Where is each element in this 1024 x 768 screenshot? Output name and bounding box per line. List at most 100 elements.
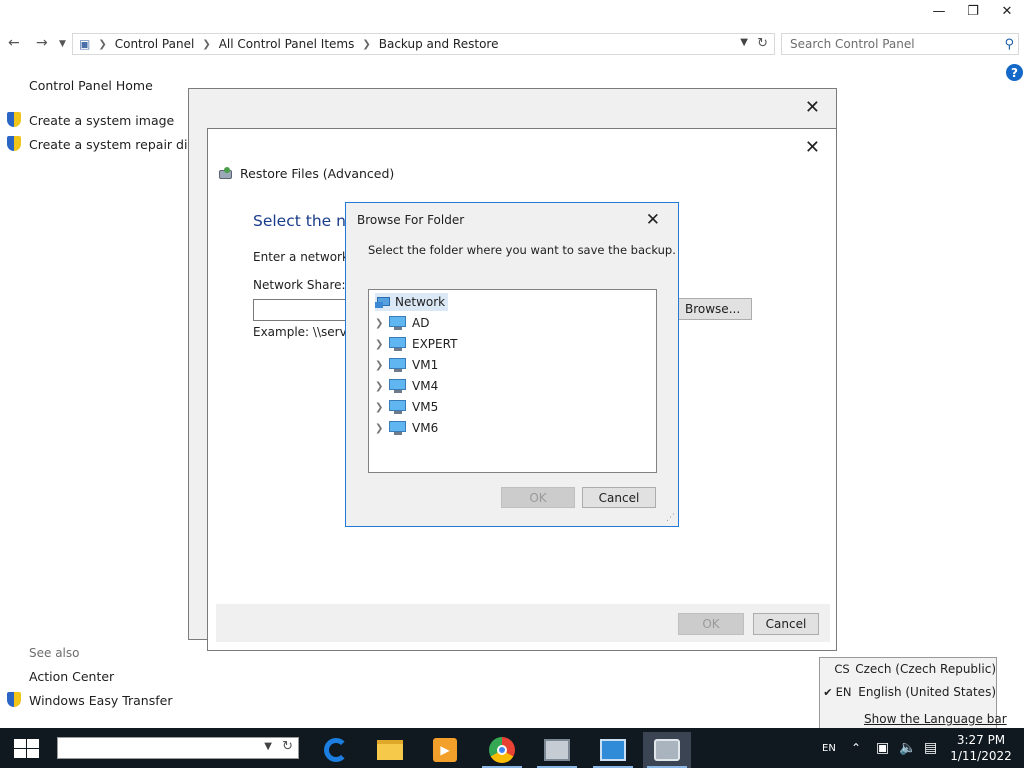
address-dropdown-icon[interactable]: ▼ xyxy=(740,37,748,48)
volume-icon[interactable]: 🔈 xyxy=(899,728,916,768)
address-row: ← → ▼ ▣ ❯ Control Panel ❯ All Control Pa… xyxy=(0,32,1024,56)
uac-shield-icon xyxy=(6,136,22,152)
edge-app[interactable] xyxy=(312,732,360,768)
action-center-icon[interactable]: ▤ xyxy=(924,728,937,768)
windows-easy-transfer-link[interactable]: Windows Easy Transfer xyxy=(6,692,172,708)
folder-tree[interactable]: Network ❯ AD ❯ EXPERT ❯ VM1 ❯ VM4 ❯ VM5 xyxy=(368,289,657,473)
language-name: English (United States) xyxy=(858,685,996,699)
tree-item-label: VM6 xyxy=(412,421,439,435)
browse-cancel-button[interactable]: Cancel xyxy=(582,487,656,508)
tree-item-network[interactable]: Network xyxy=(375,293,449,311)
chrome-app[interactable] xyxy=(478,732,526,768)
close-button[interactable]: ✕ xyxy=(990,0,1024,22)
taskbar: ▼ ↻ ▶ EN ⌃ ▣ 🔈 ▤ 3:27 PM 1/11/2022 xyxy=(0,728,1024,768)
link-label: Create a system image xyxy=(29,112,175,128)
breadcrumb-control-panel[interactable]: Control Panel xyxy=(115,37,195,51)
browse-instruction: Select the folder where you want to save… xyxy=(368,243,676,257)
tray-language-indicator[interactable]: EN xyxy=(822,728,836,768)
language-code: CS xyxy=(834,662,850,676)
tree-item-label: VM5 xyxy=(412,400,439,414)
dialog-title-text: Restore Files (Advanced) xyxy=(240,166,395,181)
browse-button[interactable]: Browse... xyxy=(678,298,752,320)
language-item-cs[interactable]: CS Czech (Czech Republic) xyxy=(820,659,996,679)
back-arrow-icon[interactable]: ← xyxy=(8,35,20,51)
tree-item-vm6[interactable]: ❯ VM6 xyxy=(375,419,438,437)
cancel-button[interactable]: Cancel xyxy=(753,613,819,635)
tree-item-expert[interactable]: ❯ EXPERT xyxy=(375,335,457,353)
control-panel-home-link[interactable]: Control Panel Home xyxy=(29,78,153,93)
forward-arrow-icon[interactable]: → xyxy=(36,35,48,51)
show-language-bar-link[interactable]: Show the Language bar xyxy=(864,712,1007,726)
chevron-right-icon[interactable]: ❯ xyxy=(375,318,387,329)
create-repair-disc-link[interactable]: Create a system repair disc xyxy=(6,136,201,152)
close-icon[interactable]: ✕ xyxy=(646,210,660,230)
media-icon: ▶ xyxy=(433,738,457,762)
uac-shield-icon xyxy=(6,692,22,708)
folder-icon xyxy=(377,740,403,760)
resize-grip-icon[interactable]: ⋰ xyxy=(666,513,675,523)
maximize-button[interactable]: ❐ xyxy=(956,0,990,22)
refresh-icon[interactable]: ↻ xyxy=(282,739,293,754)
performance-monitor-app[interactable] xyxy=(533,732,581,768)
clock[interactable]: 3:27 PM 1/11/2022 xyxy=(949,732,1013,764)
tree-item-label: VM4 xyxy=(412,379,439,393)
chevron-down-icon[interactable]: ▼ xyxy=(264,741,272,752)
language-code: EN xyxy=(835,685,852,699)
computer-icon xyxy=(389,337,407,351)
browse-dialog-title: Browse For Folder xyxy=(357,213,465,227)
close-icon[interactable]: ✕ xyxy=(805,137,820,158)
minimize-button[interactable]: — xyxy=(922,0,956,22)
backup-app[interactable] xyxy=(643,732,691,768)
chevron-right-icon[interactable]: ❯ xyxy=(375,339,387,350)
language-name: Czech (Czech Republic) xyxy=(855,662,996,676)
tree-item-label: VM1 xyxy=(412,358,439,372)
network-tray-icon[interactable]: ▣ xyxy=(876,728,889,768)
link-label: Create a system repair disc xyxy=(29,136,201,152)
check-icon: ✔ xyxy=(823,685,833,699)
chevron-right-icon[interactable]: ❯ xyxy=(375,402,387,413)
browse-ok-button[interactable]: OK xyxy=(501,487,575,508)
link-label: Windows Easy Transfer xyxy=(29,692,173,708)
recent-locations-icon[interactable]: ▼ xyxy=(59,39,66,49)
clock-date: 1/11/2022 xyxy=(950,749,1012,763)
tree-item-ad[interactable]: ❯ AD xyxy=(375,314,429,332)
network-share-label: Network Share: xyxy=(253,278,346,292)
server-manager-app[interactable] xyxy=(589,732,637,768)
tree-item-label: AD xyxy=(412,316,430,330)
ok-button[interactable]: OK xyxy=(678,613,744,635)
chevron-right-icon[interactable]: ❯ xyxy=(375,360,387,371)
computer-icon xyxy=(389,316,407,330)
computer-icon xyxy=(389,379,407,393)
language-item-en[interactable]: ✔ EN English (United States) xyxy=(820,682,996,702)
browse-for-folder-dialog: Browse For Folder ✕ Select the folder wh… xyxy=(345,202,679,527)
help-icon[interactable]: ? xyxy=(1006,64,1023,81)
chevron-right-icon[interactable]: ❯ xyxy=(375,381,387,392)
dialog-title: Restore Files (Advanced) xyxy=(218,166,394,181)
chevron-right-icon[interactable]: ❯ xyxy=(375,423,387,434)
create-system-image-link[interactable]: Create a system image xyxy=(6,112,174,128)
computer-icon xyxy=(389,400,407,414)
windows-start-icon[interactable] xyxy=(14,739,40,759)
tree-item-label: EXPERT xyxy=(412,337,458,351)
action-center-link[interactable]: Action Center xyxy=(29,669,114,684)
backup-icon xyxy=(218,166,234,181)
chevron-up-icon[interactable]: ⌃ xyxy=(851,728,861,768)
taskbar-address-input[interactable]: ▼ ↻ xyxy=(57,737,299,759)
computer-icon xyxy=(389,358,407,372)
computer-icon xyxy=(389,421,407,435)
tree-item-vm4[interactable]: ❯ VM4 xyxy=(375,377,438,395)
control-panel-icon: ▣ xyxy=(79,37,91,51)
close-icon[interactable]: ✕ xyxy=(805,97,820,118)
tree-item-vm1[interactable]: ❯ VM1 xyxy=(375,356,438,374)
backup-icon xyxy=(654,739,680,761)
breadcrumb-backup-restore[interactable]: Backup and Restore xyxy=(379,37,499,51)
address-bar[interactable]: ▣ ❯ Control Panel ❯ All Control Panel It… xyxy=(72,33,775,55)
file-explorer-app[interactable] xyxy=(366,732,414,768)
refresh-icon[interactable]: ↻ xyxy=(757,36,768,51)
breadcrumb-all-items[interactable]: All Control Panel Items xyxy=(219,37,355,51)
search-input[interactable]: Search Control Panel ⚲ xyxy=(781,33,1019,55)
search-icon[interactable]: ⚲ xyxy=(1004,37,1014,52)
uac-shield-icon xyxy=(6,112,22,128)
media-player-app[interactable]: ▶ xyxy=(421,732,469,768)
tree-item-vm5[interactable]: ❯ VM5 xyxy=(375,398,438,416)
